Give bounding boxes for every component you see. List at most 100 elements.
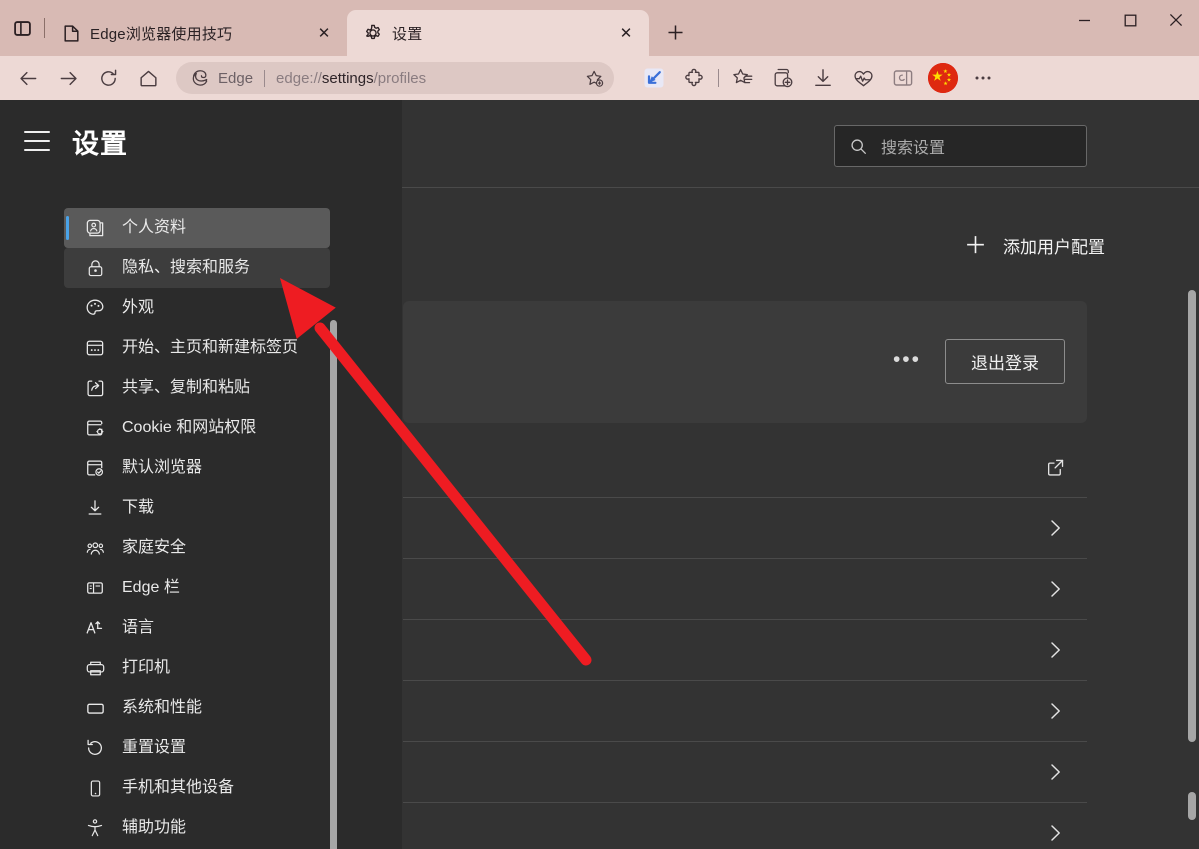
back-arrow-icon[interactable] [8, 61, 48, 95]
chevron-right-icon[interactable] [1043, 638, 1067, 662]
content-scrollbar-secondary-thumb[interactable] [1188, 792, 1196, 820]
maximize-button[interactable] [1107, 0, 1153, 40]
collections-icon[interactable] [763, 61, 803, 95]
plus-icon: ＋ [964, 234, 987, 257]
address-bar[interactable]: Edge edge://settings/profiles [176, 62, 614, 94]
browser-settings-more-button[interactable] [963, 61, 1003, 95]
add-user-profile-button[interactable]: ＋ 添加用户配置 [964, 233, 1105, 258]
sidebar-item-privacy-search-services[interactable]: 隐私、搜索和服务 [64, 248, 330, 288]
page-title: 设置 [72, 122, 128, 161]
sidebar-item-share-copy-paste[interactable]: 共享、复制和粘贴 [64, 368, 330, 408]
sidebar-item-label: 开始、主页和新建标签页 [122, 340, 298, 356]
add-favorite-star-icon[interactable] [580, 64, 608, 92]
toolbar-actions [634, 61, 1003, 95]
tab-close-button[interactable]: ✕ [311, 20, 337, 46]
lock-icon [84, 257, 106, 279]
sidebar-scrollbar-thumb[interactable] [330, 320, 337, 849]
chevron-right-icon[interactable] [1043, 760, 1067, 784]
window-controls [1061, 0, 1199, 56]
close-button[interactable] [1153, 0, 1199, 40]
sidebar-header: 设置 [0, 100, 402, 182]
minimize-button[interactable] [1061, 0, 1107, 40]
sidebar-item-accessibility[interactable]: 辅助功能 [64, 808, 330, 848]
sidebar-item-label: 辅助功能 [122, 820, 186, 836]
profile-card-actions: ••• 退出登录 [893, 339, 1065, 384]
settings-row-list [403, 437, 1087, 849]
add-profile-row: ＋ 添加用户配置 [402, 189, 1199, 301]
profile-more-button[interactable]: ••• [893, 349, 921, 375]
reset-icon [84, 737, 106, 759]
content-scrollbar-thumb[interactable] [1188, 290, 1196, 742]
table-row[interactable] [403, 559, 1087, 620]
table-row[interactable] [403, 498, 1087, 559]
settings-sidebar: 设置 个人资料 [0, 100, 402, 849]
profile-card: ••• 退出登录 [403, 301, 1087, 423]
sidebar-item-printers[interactable]: 打印机 [64, 648, 330, 688]
sidebar-item-default-browser[interactable]: 默认浏览器 [64, 448, 330, 488]
settings-page: 设置 个人资料 [0, 100, 1199, 849]
search-settings-input[interactable]: 搜索设置 [834, 125, 1087, 167]
title-bar: Edge浏览器使用技巧 ✕ 设置 ✕ [0, 0, 1199, 56]
downloads-icon[interactable] [803, 61, 843, 95]
url-suffix: /profiles [374, 70, 427, 87]
download-icon [84, 497, 106, 519]
sidebar-item-edge-bar[interactable]: Edge 栏 [64, 568, 330, 608]
tab-title: Edge浏览器使用技巧 [90, 23, 302, 44]
tab-edge-tips[interactable]: Edge浏览器使用技巧 ✕ [45, 10, 347, 56]
new-tab-button[interactable] [657, 14, 693, 50]
browser-essentials-icon[interactable] [843, 61, 883, 95]
page-icon [61, 23, 81, 43]
sidebar-item-system-performance[interactable]: 系统和性能 [64, 688, 330, 728]
chevron-right-icon[interactable] [1043, 516, 1067, 540]
split-screen-icon[interactable] [634, 61, 674, 95]
table-row[interactable] [403, 620, 1087, 681]
share-icon [84, 377, 106, 399]
chevron-right-icon[interactable] [1043, 821, 1067, 845]
sidebar-item-profiles[interactable]: 个人资料 [64, 208, 330, 248]
tab-actions-icon[interactable] [0, 0, 44, 56]
chevron-right-icon[interactable] [1043, 699, 1067, 723]
table-row[interactable] [403, 742, 1087, 803]
sidebar-item-start-home-newtab[interactable]: 开始、主页和新建标签页 [64, 328, 330, 368]
table-row[interactable] [403, 681, 1087, 742]
sidebar-item-label: 重置设置 [122, 740, 186, 756]
sign-out-button[interactable]: 退出登录 [945, 339, 1065, 384]
tab-title: 设置 [392, 23, 604, 44]
tab-close-button[interactable]: ✕ [613, 20, 639, 46]
sidebar-item-reset-settings[interactable]: 重置设置 [64, 728, 330, 768]
sidebar-item-phone-other-devices[interactable]: 手机和其他设备 [64, 768, 330, 808]
profile-icon [84, 217, 106, 239]
favorites-icon[interactable] [723, 61, 763, 95]
chevron-right-icon[interactable] [1043, 577, 1067, 601]
table-row[interactable] [403, 437, 1087, 498]
url-prefix: edge:// [276, 70, 322, 87]
edge-logo-icon [190, 68, 210, 88]
extensions-icon[interactable] [674, 61, 714, 95]
sidebar-item-languages[interactable]: 语言 [64, 608, 330, 648]
settings-content: 搜索设置 ＋ 添加用户配置 ••• 退出登录 [402, 100, 1199, 849]
refresh-icon[interactable] [88, 61, 128, 95]
table-row[interactable] [403, 803, 1087, 849]
system-performance-icon [84, 697, 106, 719]
omnibox-url[interactable]: edge://settings/profiles [276, 70, 580, 87]
browser-window: Edge浏览器使用技巧 ✕ 设置 ✕ [0, 0, 1199, 849]
copilot-sidebar-icon[interactable] [883, 61, 923, 95]
home-icon[interactable] [128, 61, 168, 95]
external-link-icon[interactable] [1043, 455, 1067, 479]
url-highlight: settings [322, 70, 374, 87]
palette-icon [84, 297, 106, 319]
search-placeholder: 搜索设置 [881, 134, 945, 158]
profile-avatar[interactable] [923, 61, 963, 95]
sidebar-item-family-safety[interactable]: 家庭安全 [64, 528, 330, 568]
tab-settings[interactable]: 设置 ✕ [347, 10, 649, 56]
sidebar-item-cookies-site-permissions[interactable]: Cookie 和网站权限 [64, 408, 330, 448]
language-icon [84, 617, 106, 639]
sidebar-item-appearance[interactable]: 外观 [64, 288, 330, 328]
omnibox-brand-label: Edge [218, 70, 253, 87]
content-header: 搜索设置 [402, 100, 1199, 188]
sidebar-item-label: 共享、复制和粘贴 [122, 380, 250, 396]
forward-arrow-icon[interactable] [48, 61, 88, 95]
sidebar-item-label: 手机和其他设备 [122, 780, 234, 796]
hamburger-menu-icon[interactable] [20, 124, 54, 158]
sidebar-item-downloads[interactable]: 下载 [64, 488, 330, 528]
